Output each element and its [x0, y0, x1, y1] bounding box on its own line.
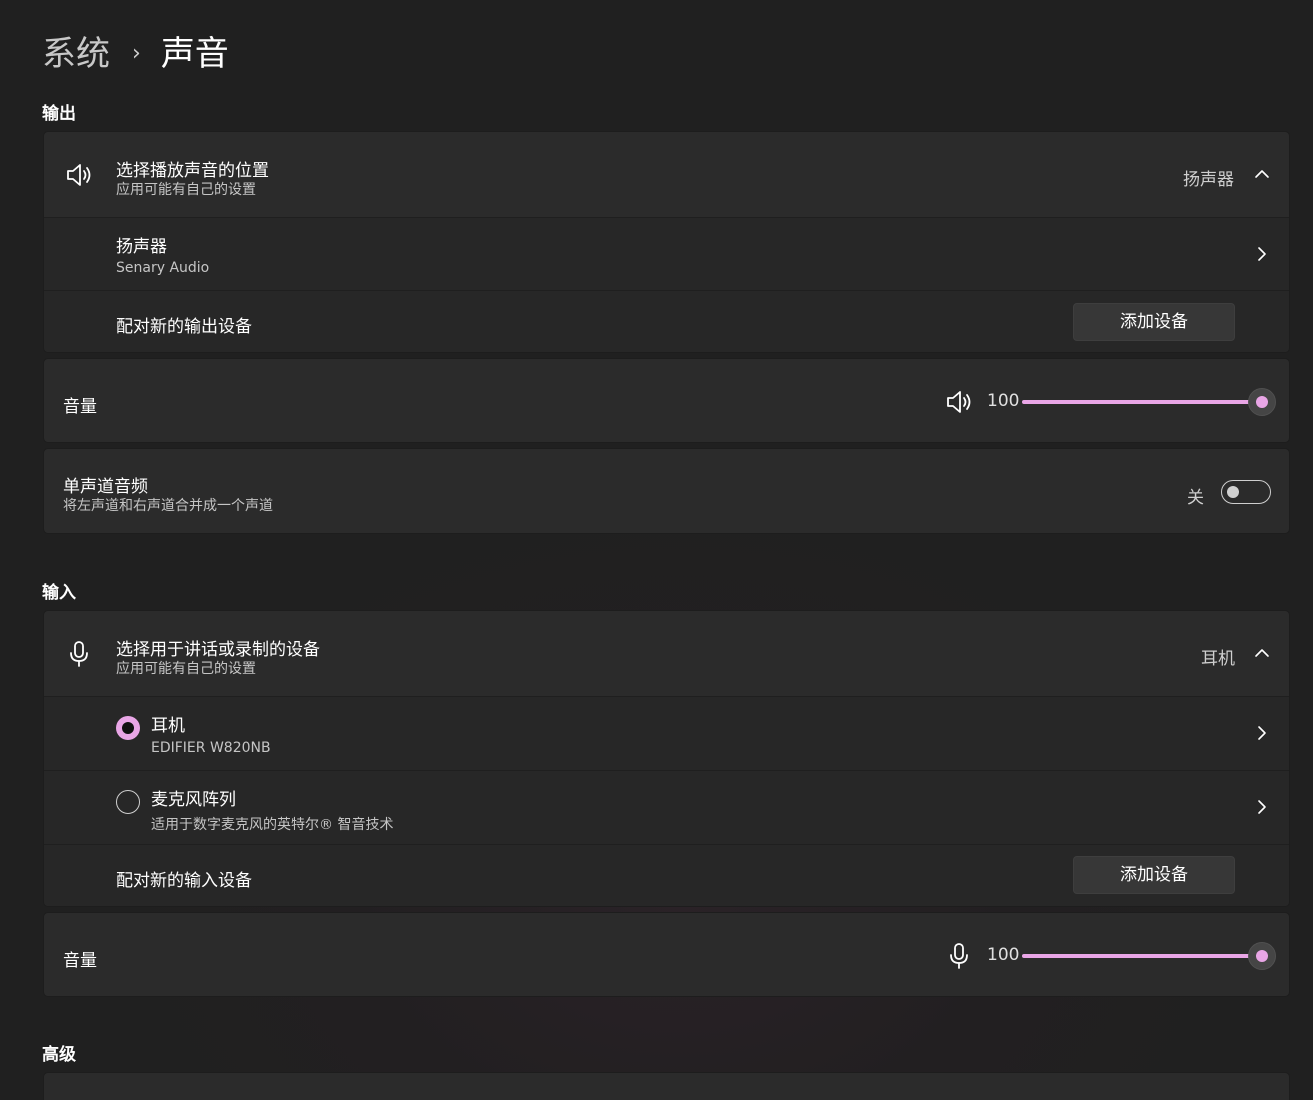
input-volume-slider[interactable]: [1022, 942, 1276, 970]
headphones-radio[interactable]: [116, 716, 140, 740]
mono-audio-card: 单声道音频 将左声道和右声道合并成一个声道 关: [43, 448, 1290, 534]
input-device-name: 耳机: [151, 716, 185, 736]
add-output-device-button[interactable]: 添加设备: [1073, 303, 1235, 341]
input-device-description: EDIFIER W820NB: [151, 740, 271, 756]
slider-fill: [1022, 954, 1262, 958]
output-device-name: 扬声器: [116, 237, 167, 257]
mono-audio-toggle[interactable]: [1221, 480, 1271, 504]
input-volume-label: 音量: [63, 951, 97, 971]
output-volume-card: 音量 100: [43, 358, 1290, 443]
output-device-speaker[interactable]: 扬声器 Senary Audio: [44, 217, 1289, 290]
advanced-section-title: 高级: [42, 1045, 76, 1065]
sound-settings-page: 系统 › 声音 输出 选择播放声音的位置 应用可能有自己的设置 扬声器 扬声器 …: [0, 0, 1313, 1100]
input-device-card: 选择用于讲话或录制的设备 应用可能有自己的设置 耳机 耳机 EDIFIER W8…: [43, 610, 1290, 907]
input-selector-subtitle: 应用可能有自己的设置: [116, 661, 256, 677]
output-device-description: Senary Audio: [116, 260, 210, 276]
chevron-up-icon[interactable]: [1254, 645, 1270, 661]
slider-thumb[interactable]: [1248, 942, 1276, 970]
input-volume-card: 音量 100: [43, 912, 1290, 997]
pair-output-label: 配对新的输出设备: [116, 317, 252, 337]
microphone-icon: [70, 641, 88, 667]
mono-audio-title: 单声道音频: [63, 477, 148, 497]
input-volume-value: 100: [987, 945, 1020, 965]
output-device-selector[interactable]: 选择播放声音的位置 应用可能有自己的设置 扬声器: [44, 132, 1289, 217]
input-selector-title: 选择用于讲话或录制的设备: [116, 640, 320, 660]
input-device-description: 适用于数字麦克风的英特尔® 智音技术: [151, 817, 394, 833]
output-selector-title: 选择播放声音的位置: [116, 161, 269, 181]
output-volume-value: 100: [987, 391, 1020, 411]
speaker-icon[interactable]: [944, 387, 974, 417]
output-selected-device: 扬声器: [1183, 170, 1234, 190]
pair-input-device-row: 配对新的输入设备 添加设备: [44, 844, 1289, 906]
pair-input-label: 配对新的输入设备: [116, 871, 252, 891]
breadcrumb-system-link[interactable]: 系统: [42, 28, 110, 80]
input-device-mic-array[interactable]: 麦克风阵列 适用于数字麦克风的英特尔® 智音技术: [44, 770, 1289, 844]
advanced-card: [43, 1072, 1290, 1100]
toggle-knob: [1227, 486, 1239, 498]
chevron-right-icon: [1258, 800, 1266, 814]
page-title: 声音: [160, 34, 229, 74]
pair-output-device-row: 配对新的输出设备 添加设备: [44, 290, 1289, 352]
chevron-up-icon[interactable]: [1254, 166, 1270, 182]
output-volume-slider[interactable]: [1022, 388, 1276, 416]
input-device-selector[interactable]: 选择用于讲话或录制的设备 应用可能有自己的设置 耳机: [44, 611, 1289, 696]
add-input-device-button[interactable]: 添加设备: [1073, 856, 1235, 894]
output-device-card: 选择播放声音的位置 应用可能有自己的设置 扬声器 扬声器 Senary Audi…: [43, 131, 1290, 353]
chevron-right-icon: [1258, 247, 1266, 261]
input-device-headphones[interactable]: 耳机 EDIFIER W820NB: [44, 696, 1289, 770]
input-selected-device: 耳机: [1201, 649, 1235, 669]
output-volume-label: 音量: [63, 397, 97, 417]
mono-audio-state: 关: [1187, 488, 1204, 508]
output-selector-subtitle: 应用可能有自己的设置: [116, 182, 256, 198]
mic-array-radio[interactable]: [116, 790, 140, 814]
input-device-name: 麦克风阵列: [151, 790, 236, 810]
chevron-right-icon: [1258, 726, 1266, 740]
microphone-icon[interactable]: [944, 941, 974, 971]
speaker-icon: [67, 164, 91, 186]
output-section-title: 输出: [42, 104, 76, 124]
mono-audio-subtitle: 将左声道和右声道合并成一个声道: [63, 498, 273, 514]
breadcrumb: 系统 › 声音: [42, 28, 229, 80]
input-section-title: 输入: [42, 583, 76, 603]
breadcrumb-separator: ›: [132, 41, 141, 66]
slider-thumb[interactable]: [1248, 388, 1276, 416]
slider-fill: [1022, 400, 1262, 404]
